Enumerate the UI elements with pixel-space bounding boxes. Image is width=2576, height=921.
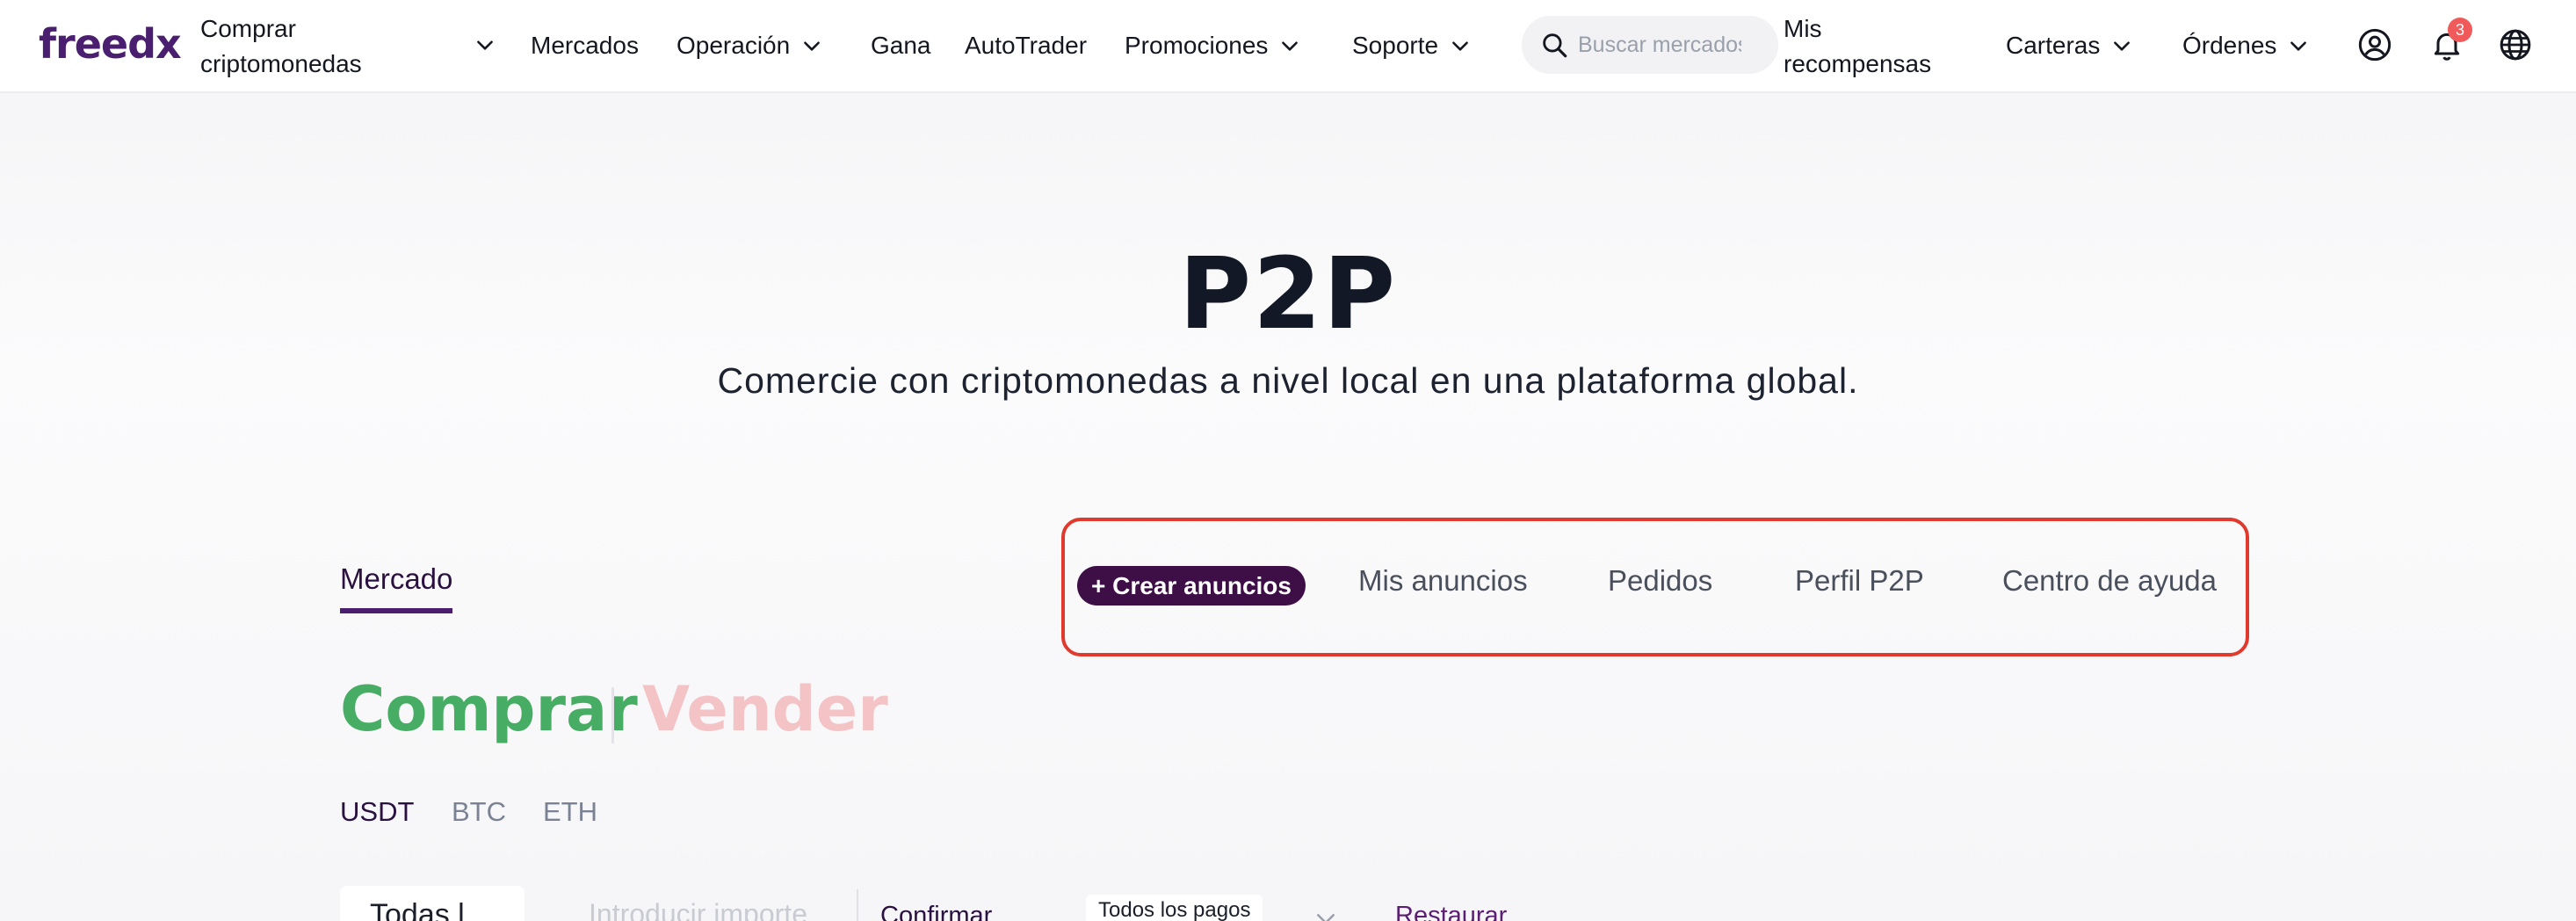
fiat-currency-select-value: Todas l — [370, 898, 465, 921]
reset-filters-link[interactable]: Restaurar — [1395, 886, 1507, 921]
tab-market-label: Mercado — [340, 562, 453, 595]
page-title: P2P — [1178, 237, 1398, 352]
nav-buy-crypto-label: Comprar criptomonedas — [200, 15, 362, 77]
chevron-down-icon — [2110, 34, 2133, 57]
notifications-button[interactable]: 3 — [2425, 18, 2472, 67]
nav-autotrader-label: AutoTrader — [965, 32, 1088, 59]
create-ads-button[interactable]: + Crear anuncios — [1077, 566, 1306, 606]
amount-input-placeholder: Introducir importe — [589, 898, 807, 921]
coin-tab-usdt[interactable]: USDT — [340, 796, 414, 828]
coin-tab-label: USDT — [340, 796, 415, 827]
nav-trading[interactable]: Operación — [677, 26, 823, 65]
coin-tab-btc[interactable]: BTC — [452, 796, 506, 828]
chevron-down-icon — [2287, 34, 2310, 57]
reset-filters-label: Restaurar — [1395, 902, 1508, 921]
search-icon — [1539, 30, 1569, 60]
nav-promotions-label: Promociones — [1125, 32, 1269, 59]
nav-earn[interactable]: Gana — [871, 26, 931, 65]
page-subtitle: Comercie con criptomonedas a nivel local… — [717, 360, 1859, 401]
chevron-down-icon[interactable] — [474, 33, 496, 56]
tab-help-center[interactable]: Centro de ayuda — [2002, 564, 2217, 598]
market-search[interactable] — [1522, 16, 1778, 74]
tab-market[interactable]: Mercado — [340, 562, 453, 613]
nav-wallets-label: Carteras — [2006, 32, 2101, 59]
nav-rewards[interactable]: Mis recompensas — [1784, 7, 1959, 86]
nav-support-label: Soporte — [1352, 32, 1439, 59]
amount-separator — [857, 889, 858, 921]
nav-markets[interactable]: Mercados — [531, 26, 639, 65]
tab-my-ads-label: Mis anuncios — [1358, 564, 1528, 597]
confirm-amount-button[interactable]: Confirmar — [880, 886, 992, 921]
nav-buy-crypto[interactable]: Comprar criptomonedas — [200, 9, 473, 84]
sell-toggle[interactable]: Vender — [642, 673, 888, 745]
amount-input[interactable]: Introducir importe — [562, 886, 852, 921]
brand-logo-text: freedx — [39, 20, 182, 68]
search-input[interactable] — [1578, 32, 1741, 58]
chevron-down-icon — [800, 34, 823, 57]
confirm-amount-label: Confirmar — [880, 902, 993, 921]
nav-markets-label: Mercados — [531, 32, 639, 59]
chevron-down-icon — [1278, 34, 1301, 57]
tab-p2p-profile[interactable]: Perfil P2P — [1795, 564, 1924, 598]
buy-toggle[interactable]: Comprar — [340, 673, 638, 745]
coin-tab-label: ETH — [543, 796, 597, 827]
buy-toggle-label: Comprar — [340, 673, 638, 745]
chevron-down-icon — [1449, 34, 1472, 57]
nav-promotions[interactable]: Promociones — [1125, 26, 1301, 65]
nav-wallets[interactable]: Carteras — [2006, 26, 2133, 65]
brand-logo[interactable]: freedx — [39, 18, 182, 70]
nav-autotrader[interactable]: AutoTrader — [965, 26, 1087, 65]
nav-support[interactable]: Soporte — [1352, 26, 1472, 65]
fiat-currency-select[interactable]: Todas l — [340, 886, 525, 921]
tab-help-center-label: Centro de ayuda — [2002, 564, 2218, 597]
tab-my-ads[interactable]: Mis anuncios — [1358, 564, 1528, 598]
tab-p2p-profile-label: Perfil P2P — [1795, 564, 1924, 597]
payment-method-value: Todos los pagos — [1086, 895, 1263, 921]
nav-orders[interactable]: Órdenes — [2182, 26, 2310, 65]
coin-tab-eth[interactable]: ETH — [543, 796, 597, 828]
nav-rewards-label: Mis recompensas — [1784, 15, 1932, 77]
nav-trading-label: Operación — [677, 32, 791, 59]
top-navigation: freedx Comprar criptomonedas Mercados Op… — [0, 0, 2576, 93]
nav-earn-label: Gana — [871, 32, 931, 59]
user-account-icon[interactable] — [2353, 23, 2397, 67]
chevron-down-icon — [1313, 905, 1339, 921]
buy-sell-divider — [611, 687, 614, 743]
nav-orders-label: Órdenes — [2182, 32, 2277, 59]
sell-toggle-label: Vender — [642, 673, 888, 745]
notification-badge: 3 — [2448, 18, 2472, 42]
tab-orders[interactable]: Pedidos — [1608, 564, 1712, 598]
coin-tab-label: BTC — [452, 796, 506, 827]
tab-orders-label: Pedidos — [1608, 564, 1713, 597]
create-ads-label: + Crear anuncios — [1091, 571, 1292, 599]
globe-icon[interactable] — [2493, 23, 2537, 67]
